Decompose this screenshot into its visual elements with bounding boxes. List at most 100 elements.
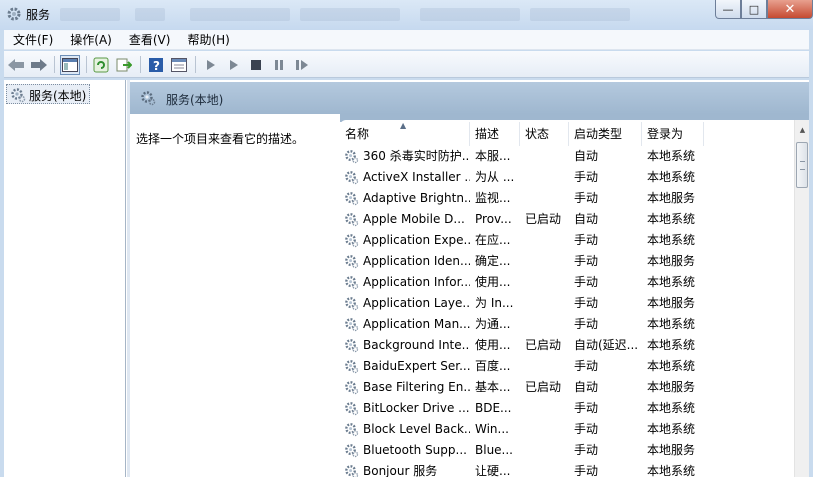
column-header-name[interactable]: ▲ 名称 (340, 121, 470, 146)
service-status (520, 440, 569, 461)
services-list: ▲ 名称 描述 状态 启动类型 登录为 360 杀毒实时防护... 本服... 自动… (340, 120, 809, 477)
start-service-params-icon[interactable] (224, 55, 244, 75)
service-startup-type-text: 自动 (574, 380, 599, 394)
service-name-text: Application Infor... (363, 275, 470, 289)
service-name-text: Application Man... (363, 317, 470, 331)
service-logon-as: 本地系统 (642, 230, 742, 251)
service-name-text: 360 杀毒实时防护... (363, 149, 470, 163)
service-row[interactable]: Block Level Back... Win... 手动 本地系统 (340, 419, 792, 440)
service-status: 已启动 (520, 377, 569, 398)
service-row[interactable]: Application Laye... 为 In... 手动 本地服务 (340, 293, 792, 314)
service-startup-type: 手动 (569, 314, 642, 335)
service-row[interactable]: Bluetooth Supp... Blue... 手动 本地服务 (340, 440, 792, 461)
service-description-text: BDE... (475, 401, 512, 415)
service-name: 360 杀毒实时防护... (340, 146, 470, 167)
pane-title: 服务(本地) (166, 93, 224, 107)
menu-action[interactable]: 操作(A) (61, 30, 120, 50)
service-startup-type-text: 手动 (574, 464, 599, 477)
tree-pane: 服务(本地) (4, 80, 126, 477)
service-description: 在应... (470, 230, 520, 251)
show-hide-tree-icon[interactable] (60, 55, 80, 75)
service-startup-type-text: 手动 (574, 296, 599, 310)
vertical-scrollbar[interactable]: ▲ (794, 120, 809, 477)
service-row[interactable]: BitLocker Drive ... BDE... 手动 本地系统 (340, 398, 792, 419)
service-logon-as: 本地系统 (642, 146, 742, 167)
pause-service-icon[interactable] (269, 55, 289, 75)
service-startup-type: 手动 (569, 251, 642, 272)
forward-icon[interactable] (29, 55, 49, 75)
service-row[interactable]: Base Filtering En... 基本... 已启动 自动 本地服务 (340, 377, 792, 398)
maximize-button[interactable]: □ (741, 0, 767, 19)
console-content: 服务(本地) 服务(本地) 选择一个项目来查看它的描述。 ▲ 名称 描述 状态 … (4, 80, 809, 477)
service-gear-icon (344, 443, 359, 461)
service-description-text: 使用... (475, 338, 511, 352)
toolbar-separator (54, 56, 55, 73)
service-logon-as-text: 本地系统 (647, 401, 696, 415)
service-logon-as-text: 本地系统 (647, 212, 696, 226)
service-logon-as-text: 本地系统 (647, 275, 696, 289)
service-name-text: BaiduExpert Ser... (363, 359, 470, 373)
service-row[interactable]: 360 杀毒实时防护... 本服... 自动 本地系统 (340, 146, 792, 167)
service-name-text: Base Filtering En... (363, 380, 470, 394)
service-row[interactable]: ActiveX Installer ... 为从 ... 手动 本地系统 (340, 167, 792, 188)
back-icon[interactable] (6, 55, 26, 75)
service-logon-as: 本地系统 (642, 314, 742, 335)
service-row[interactable]: BaiduExpert Ser... 百度... 手动 本地系统 (340, 356, 792, 377)
scroll-up-icon[interactable]: ▲ (795, 122, 809, 137)
service-description: 使用... (470, 335, 520, 356)
service-startup-type: 手动 (569, 440, 642, 461)
tree-item-services-local[interactable]: 服务(本地) (6, 84, 91, 106)
service-row[interactable]: Bonjour 服务 让硬... 手动 本地系统 (340, 461, 792, 477)
toolbar-separator (140, 56, 141, 73)
service-logon-as-text: 本地系统 (647, 422, 696, 436)
start-service-icon[interactable] (201, 55, 221, 75)
column-header-description[interactable]: 描述 (470, 122, 520, 146)
service-row[interactable]: Application Iden... 确定... 手动 本地服务 (340, 251, 792, 272)
background-blur (300, 8, 400, 21)
service-name-text: Application Expe... (363, 233, 470, 247)
menu-help[interactable]: 帮助(H) (178, 30, 237, 50)
service-row[interactable]: Application Infor... 使用... 手动 本地系统 (340, 272, 792, 293)
service-description-text: 基本... (475, 380, 511, 394)
description-hint: 选择一个项目来查看它的描述。 (136, 132, 305, 146)
minimize-button[interactable]: — (715, 0, 741, 19)
column-header-startup-type[interactable]: 启动类型 (569, 122, 642, 146)
service-startup-type-text: 手动 (574, 191, 599, 205)
service-startup-type: 手动 (569, 356, 642, 377)
service-description: 让硬... (470, 461, 520, 477)
service-row[interactable]: Background Inte... 使用... 已启动 自动(延迟... 本地系统 (340, 335, 792, 356)
properties-icon[interactable] (169, 55, 189, 75)
scroll-thumb[interactable] (796, 142, 808, 188)
menu-file[interactable]: 文件(F) (4, 30, 61, 50)
service-logon-as-text: 本地服务 (647, 254, 696, 268)
service-description: BDE... (470, 398, 520, 419)
service-description-text: 确定... (475, 254, 511, 268)
service-startup-type-text: 手动 (574, 233, 599, 247)
service-status (520, 314, 569, 335)
svg-text:?: ? (153, 59, 160, 73)
service-description: 本服... (470, 146, 520, 167)
column-header-logon-as[interactable]: 登录为 (642, 122, 704, 146)
stop-service-icon[interactable] (246, 55, 266, 75)
menu-view[interactable]: 查看(V) (120, 30, 179, 50)
service-row[interactable]: Application Expe... 在应... 手动 本地系统 (340, 230, 792, 251)
service-row[interactable]: Apple Mobile D... Prov... 已启动 自动 本地系统 (340, 209, 792, 230)
refresh-icon[interactable] (91, 55, 111, 75)
service-row[interactable]: Application Man... 为通... 手动 本地系统 (340, 314, 792, 335)
restart-service-icon[interactable] (292, 55, 312, 75)
export-list-icon[interactable] (114, 55, 134, 75)
service-description-text: Prov... (475, 212, 512, 226)
help-icon[interactable]: ? (146, 55, 166, 75)
column-header-status[interactable]: 状态 (520, 122, 569, 146)
service-status (520, 461, 569, 477)
service-description: 使用... (470, 272, 520, 293)
service-description: Prov... (470, 209, 520, 230)
service-row[interactable]: Adaptive Brightn... 监视... 手动 本地服务 (340, 188, 792, 209)
service-name-text: Adaptive Brightn... (363, 191, 470, 205)
service-name: Application Expe... (340, 230, 470, 251)
service-gear-icon (344, 317, 359, 335)
service-gear-icon (344, 170, 359, 188)
close-button[interactable]: ✕ (767, 0, 813, 19)
service-logon-as: 本地服务 (642, 251, 742, 272)
services-gear-icon (10, 87, 26, 106)
